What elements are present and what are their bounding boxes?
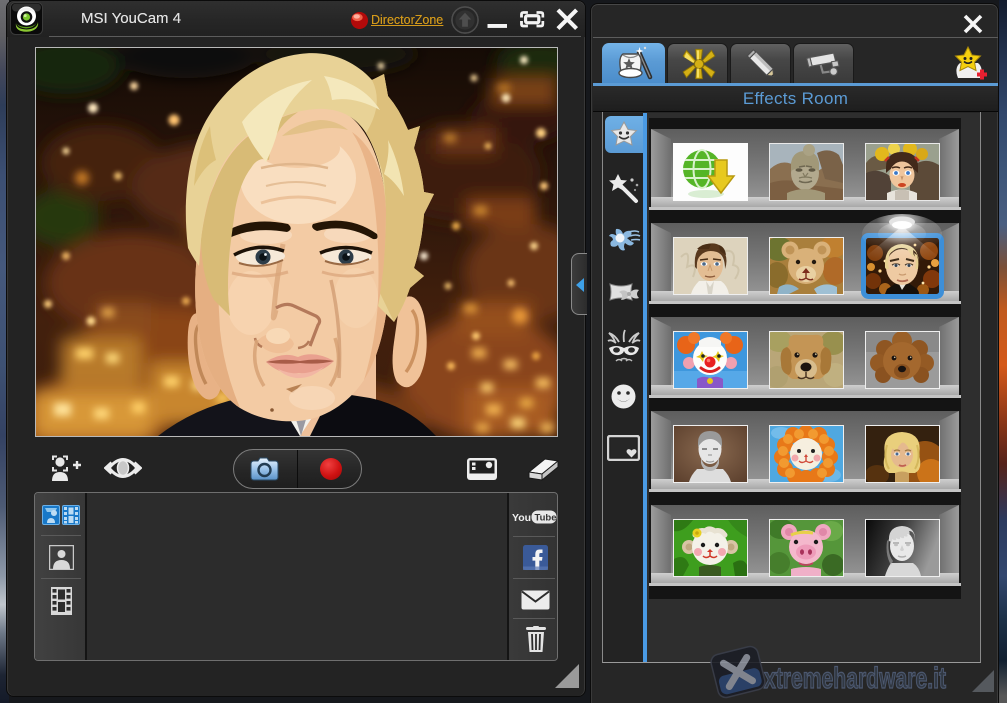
svg-text:Tube: Tube bbox=[535, 513, 557, 524]
svg-text:You: You bbox=[512, 512, 531, 524]
svg-text:xtremehardware.it: xtremehardware.it bbox=[764, 662, 946, 695]
